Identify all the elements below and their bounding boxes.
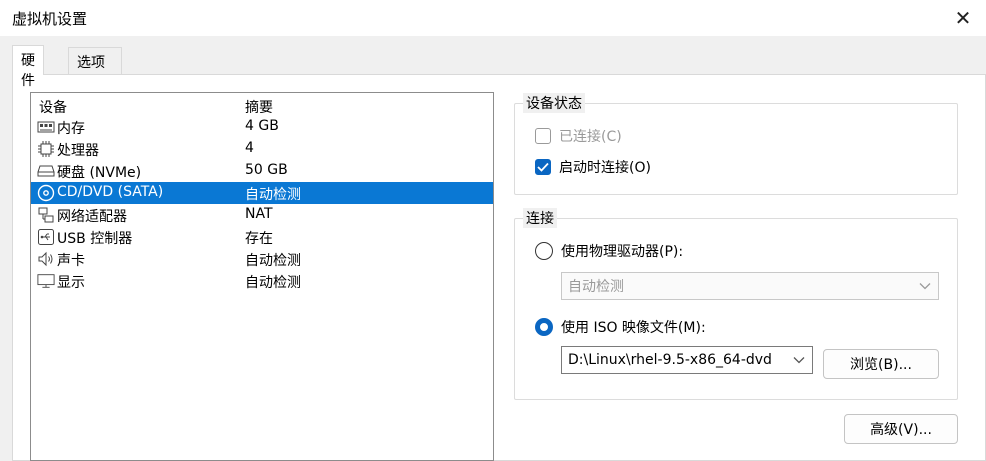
physical-drive-radio[interactable]: 使用物理驱动器(P): bbox=[535, 241, 683, 261]
device-summary: 4 bbox=[245, 140, 254, 156]
device-name: 显示 bbox=[57, 275, 85, 291]
device-row-cd-dvd[interactable]: CD/DVD (SATA) 自动检测 bbox=[31, 182, 493, 204]
iso-path-combobox[interactable]: D:\Linux\rhel-9.5-x86_64-dvd bbox=[561, 346, 813, 374]
device-summary: 自动检测 bbox=[245, 275, 301, 291]
memory-icon bbox=[37, 118, 55, 136]
device-name: 处理器 bbox=[57, 143, 99, 159]
chevron-down-icon[interactable] bbox=[792, 353, 806, 367]
connected-label: 已连接(C) bbox=[559, 129, 622, 145]
network-adapter-icon bbox=[37, 206, 55, 224]
device-row-usb-controller[interactable]: USB 控制器 存在 bbox=[31, 226, 493, 248]
device-row-processor[interactable]: 处理器 4 bbox=[31, 138, 493, 160]
connect-at-power-on-label: 启动时连接(O) bbox=[559, 160, 651, 176]
device-summary: 自动检测 bbox=[245, 253, 301, 269]
iso-image-label: 使用 ISO 映像文件(M): bbox=[561, 320, 706, 336]
iso-path-value: D:\Linux\rhel-9.5-x86_64-dvd bbox=[568, 352, 772, 368]
device-summary: 4 GB bbox=[245, 118, 279, 134]
device-status-group: 设备状态 已连接(C) 启动时连接(O) bbox=[514, 93, 958, 195]
hard-disk-icon bbox=[37, 162, 55, 180]
column-header-summary[interactable]: 摘要 bbox=[245, 97, 273, 117]
device-name: 声卡 bbox=[57, 253, 85, 269]
connect-at-power-on-checkbox[interactable]: 启动时连接(O) bbox=[535, 157, 651, 177]
close-button[interactable]: ✕ bbox=[940, 0, 986, 36]
device-row-sound-card[interactable]: 声卡 自动检测 bbox=[31, 248, 493, 270]
device-name: 网络适配器 bbox=[57, 209, 127, 225]
connected-checkbox[interactable]: 已连接(C) bbox=[535, 126, 622, 146]
cd-dvd-icon bbox=[37, 184, 55, 202]
device-summary: 自动检测 bbox=[245, 187, 301, 203]
device-row-hard-disk[interactable]: 硬盘 (NVMe) 50 GB bbox=[31, 160, 493, 182]
device-summary: NAT bbox=[245, 206, 273, 222]
radio-selected-icon bbox=[535, 318, 553, 336]
checkbox-box bbox=[535, 128, 551, 144]
connection-title: 连接 bbox=[523, 208, 557, 228]
device-name: 硬盘 (NVMe) bbox=[57, 165, 142, 181]
device-list[interactable]: 设备 摘要 内存 4 GB 处理器 4 硬盘 (NVMe) 50 GB CD/D… bbox=[30, 92, 494, 461]
browse-button[interactable]: 浏览(B)... bbox=[823, 349, 939, 379]
device-row-memory[interactable]: 内存 4 GB bbox=[31, 116, 493, 138]
window-title: 虚拟机设置 bbox=[12, 10, 88, 28]
device-status-title: 设备状态 bbox=[523, 93, 585, 113]
physical-drive-label: 使用物理驱动器(P): bbox=[561, 244, 684, 260]
device-summary: 存在 bbox=[245, 231, 273, 247]
sound-card-icon bbox=[37, 250, 55, 268]
title-bar: 虚拟机设置 ✕ bbox=[0, 0, 986, 36]
physical-drive-select[interactable]: 自动检测 bbox=[561, 272, 939, 300]
device-name: CD/DVD (SATA) bbox=[57, 184, 164, 200]
column-header-device[interactable]: 设备 bbox=[39, 97, 67, 117]
close-icon: ✕ bbox=[954, 6, 972, 30]
advanced-button[interactable]: 高级(V)... bbox=[844, 414, 958, 444]
device-summary: 50 GB bbox=[245, 162, 288, 178]
processor-icon bbox=[37, 140, 55, 158]
checkmark-icon bbox=[535, 159, 551, 175]
device-row-display[interactable]: 显示 自动检测 bbox=[31, 270, 493, 292]
chevron-down-icon bbox=[918, 279, 932, 293]
device-name: 内存 bbox=[57, 121, 85, 137]
display-icon bbox=[37, 272, 55, 290]
tab-hardware[interactable]: 硬件 bbox=[12, 45, 44, 89]
device-row-network-adapter[interactable]: 网络适配器 NAT bbox=[31, 204, 493, 226]
tab-options[interactable]: 选项 bbox=[68, 47, 122, 75]
physical-drive-value: 自动检测 bbox=[568, 279, 624, 295]
device-name: USB 控制器 bbox=[57, 231, 133, 247]
radio-unselected-icon bbox=[535, 242, 553, 260]
usb-controller-icon bbox=[37, 228, 55, 246]
list-header: 设备 摘要 bbox=[31, 93, 493, 117]
iso-image-radio[interactable]: 使用 ISO 映像文件(M): bbox=[535, 317, 706, 337]
connection-group: 连接 使用物理驱动器(P): 自动检测 使用 ISO 映像文件(M): D:\L… bbox=[514, 208, 958, 400]
